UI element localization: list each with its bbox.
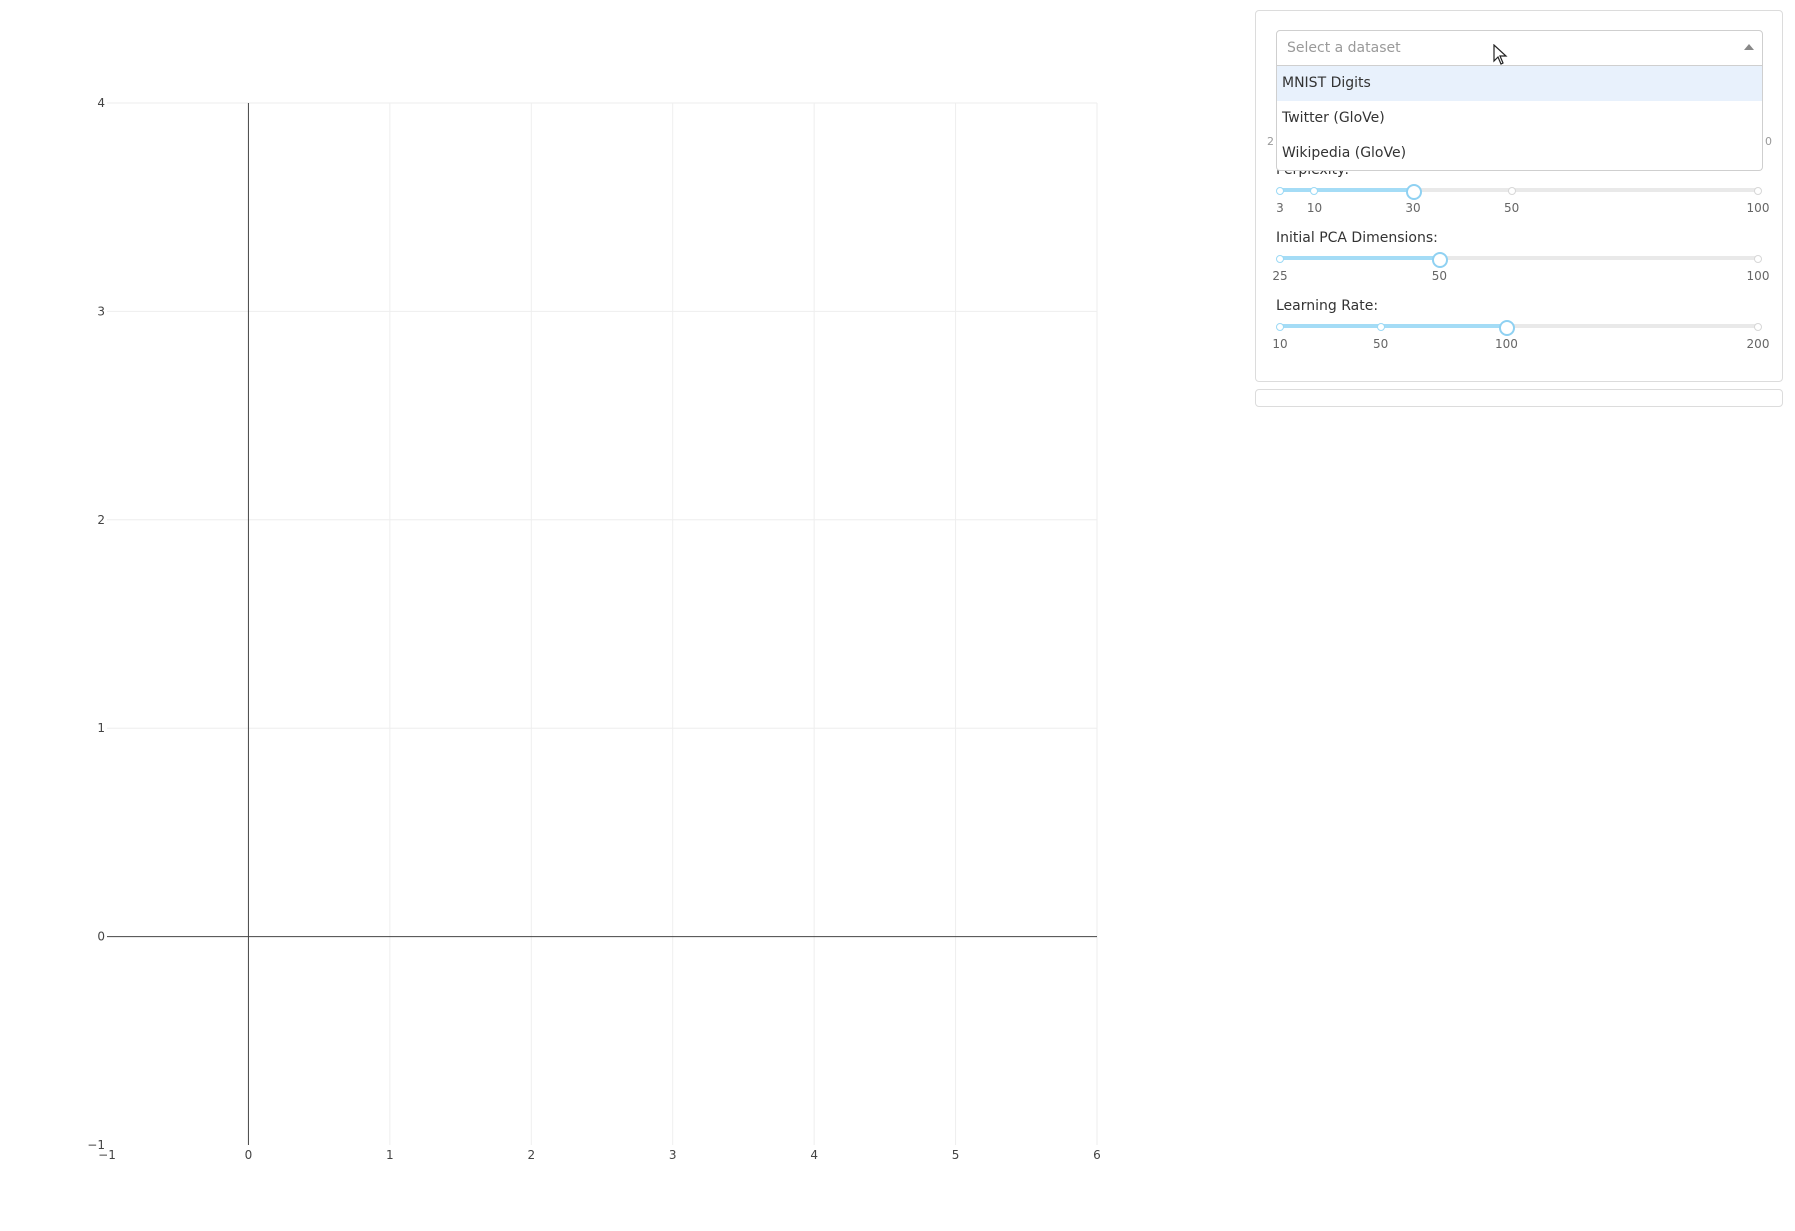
slider-mark-dot[interactable] <box>1754 187 1762 195</box>
slider-mark-label: 50 <box>1503 201 1520 215</box>
slider-mark-label: 10 <box>1306 201 1323 215</box>
slider-mark-dot[interactable] <box>1276 255 1284 263</box>
dataset-option-twitter[interactable]: Twitter (GloVe) <box>1277 101 1762 136</box>
x-tick-label: 3 <box>669 1148 677 1162</box>
y-tick-label: 3 <box>97 304 105 318</box>
tsne-scatter-plot[interactable]: −1 0 1 2 3 4 5 6−101234 <box>0 0 1240 1231</box>
y-tick-label: 4 <box>97 96 105 110</box>
caret-up-icon[interactable] <box>1744 44 1754 50</box>
y-tick-label: 2 <box>97 513 105 527</box>
slider-mark-label: 100 <box>1494 337 1518 351</box>
dataset-option-mnist[interactable]: MNIST Digits <box>1277 66 1762 101</box>
slider-mark-label: 10 <box>1272 337 1288 351</box>
slider-fill <box>1280 256 1440 260</box>
covered-slider-max-tick: 0 <box>1765 135 1772 148</box>
y-tick-label: 0 <box>97 930 105 944</box>
slider-mark-dot[interactable] <box>1376 323 1385 331</box>
slider-track[interactable] <box>1276 184 1762 200</box>
slider-mark-label: 50 <box>1431 269 1447 283</box>
slider-track[interactable] <box>1276 252 1762 268</box>
slider-mark-label: 25 <box>1272 269 1288 283</box>
x-tick-label: 0 <box>245 1148 253 1162</box>
slider-mark-label: 200 <box>1746 337 1770 351</box>
covered-slider-min-tick: 2 <box>1267 135 1274 148</box>
slider-handle[interactable] <box>1406 184 1423 200</box>
slider-mark-dot[interactable] <box>1754 323 1762 331</box>
x-tick-label: 4 <box>810 1148 818 1162</box>
secondary-panel <box>1255 389 1783 407</box>
slider-fill <box>1280 324 1507 328</box>
slider-label: Learning Rate: <box>1276 298 1379 314</box>
y-tick-label: 1 <box>97 721 105 735</box>
y-tick-label: −1 <box>87 1138 105 1152</box>
slider-mark-label: 3 <box>1276 201 1284 215</box>
slider-label: Initial PCA Dimensions: <box>1276 230 1438 246</box>
slider-mark-dot[interactable] <box>1507 187 1516 195</box>
dataset-dropdown-menu: MNIST Digits Twitter (GloVe) Wikipedia (… <box>1276 66 1763 171</box>
slider-fill <box>1280 188 1414 192</box>
slider-mark-dot[interactable] <box>1276 323 1284 331</box>
x-tick-label: 6 <box>1093 1148 1101 1162</box>
slider-mark-label: 50 <box>1372 337 1389 351</box>
x-tick-label: 5 <box>952 1148 960 1162</box>
dataset-select-placeholder: Select a dataset <box>1287 40 1401 56</box>
x-tick-label: 1 <box>386 1148 394 1162</box>
slider-track[interactable] <box>1276 320 1762 336</box>
slider-mark-dot[interactable] <box>1276 187 1284 195</box>
slider-mark-label: 100 <box>1746 269 1770 283</box>
arrow-cursor-icon <box>1493 44 1508 65</box>
x-tick-label: 2 <box>527 1148 535 1162</box>
dataset-select[interactable]: Select a dataset <box>1276 30 1763 66</box>
slider-mark-label: 30 <box>1405 201 1421 215</box>
slider-mark-label: 100 <box>1746 201 1770 215</box>
dataset-option-wikipedia[interactable]: Wikipedia (GloVe) <box>1277 136 1762 171</box>
slider-mark-dot[interactable] <box>1754 255 1762 263</box>
